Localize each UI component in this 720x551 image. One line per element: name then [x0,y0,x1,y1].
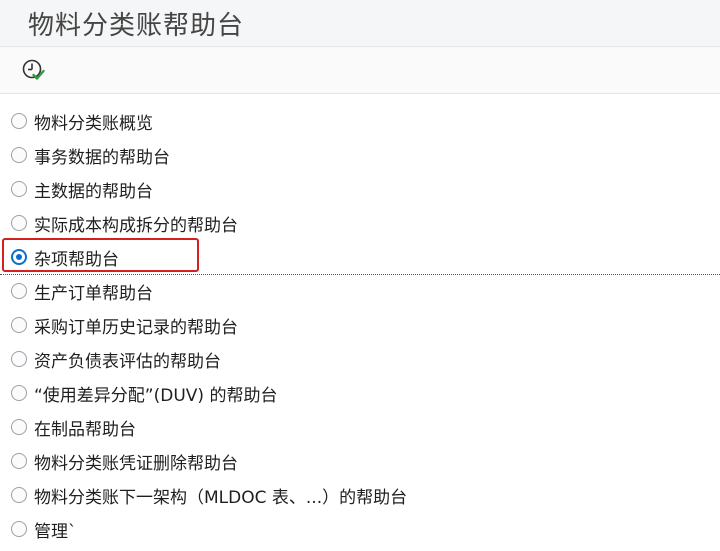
option-next-architecture[interactable]: 物料分类账下一架构（MLDOC 表、...）的帮助台 [0,479,720,513]
option-misc[interactable]: 杂项帮助台 [0,241,720,275]
radio-button[interactable] [11,419,27,435]
execute-button[interactable] [14,55,52,85]
option-label: 主数据的帮助台 [34,182,153,202]
option-label: 事务数据的帮助台 [34,148,170,168]
option-doc-deletion[interactable]: 物料分类账凭证删除帮助台 [0,445,720,479]
option-wip[interactable]: 在制品帮助台 [0,411,720,445]
option-label: 物料分类账概览 [34,114,153,134]
option-transaction-data[interactable]: 事务数据的帮助台 [0,139,720,173]
radio-button[interactable] [11,317,27,333]
title-bar: 物料分类账帮助台 [0,0,720,47]
option-balance-sheet[interactable]: 资产负债表评估的帮助台 [0,343,720,377]
option-label: 杂项帮助台 [34,250,119,270]
option-label: 生产订单帮助台 [34,284,153,304]
radio-button[interactable] [11,215,27,231]
option-list: 物料分类账概览 事务数据的帮助台 主数据的帮助台 实际成本构成拆分的帮助台 杂项… [0,105,720,547]
radio-button[interactable] [11,181,27,197]
option-actual-cost-split[interactable]: 实际成本构成拆分的帮助台 [0,207,720,241]
option-label: 管理` [34,522,77,542]
option-duv[interactable]: “使用差异分配”(DUV) 的帮助台 [0,377,720,411]
option-label: 资产负债表评估的帮助台 [34,352,221,372]
option-label: 实际成本构成拆分的帮助台 [34,216,238,236]
option-production-order[interactable]: 生产订单帮助台 [0,275,720,309]
option-admin[interactable]: 管理` [0,513,720,547]
toolbar [0,47,720,94]
radio-button[interactable] [11,283,27,299]
option-label: 物料分类账凭证删除帮助台 [34,454,238,474]
option-po-history[interactable]: 采购订单历史记录的帮助台 [0,309,720,343]
radio-button[interactable] [11,351,27,367]
radio-button[interactable] [11,487,27,503]
option-label: 在制品帮助台 [34,420,136,440]
radio-button[interactable] [11,147,27,163]
radio-button[interactable] [11,453,27,469]
page-title: 物料分类账帮助台 [28,11,245,41]
option-label: 采购订单历史记录的帮助台 [34,318,238,338]
option-ml-overview[interactable]: 物料分类账概览 [0,105,720,139]
option-label: “使用差异分配”(DUV) 的帮助台 [34,386,278,406]
radio-button-selected[interactable] [11,249,27,265]
radio-button[interactable] [11,521,27,537]
option-master-data[interactable]: 主数据的帮助台 [0,173,720,207]
radio-button[interactable] [11,385,27,401]
radio-button[interactable] [11,113,27,129]
option-label: 物料分类账下一架构（MLDOC 表、...）的帮助台 [34,488,408,508]
